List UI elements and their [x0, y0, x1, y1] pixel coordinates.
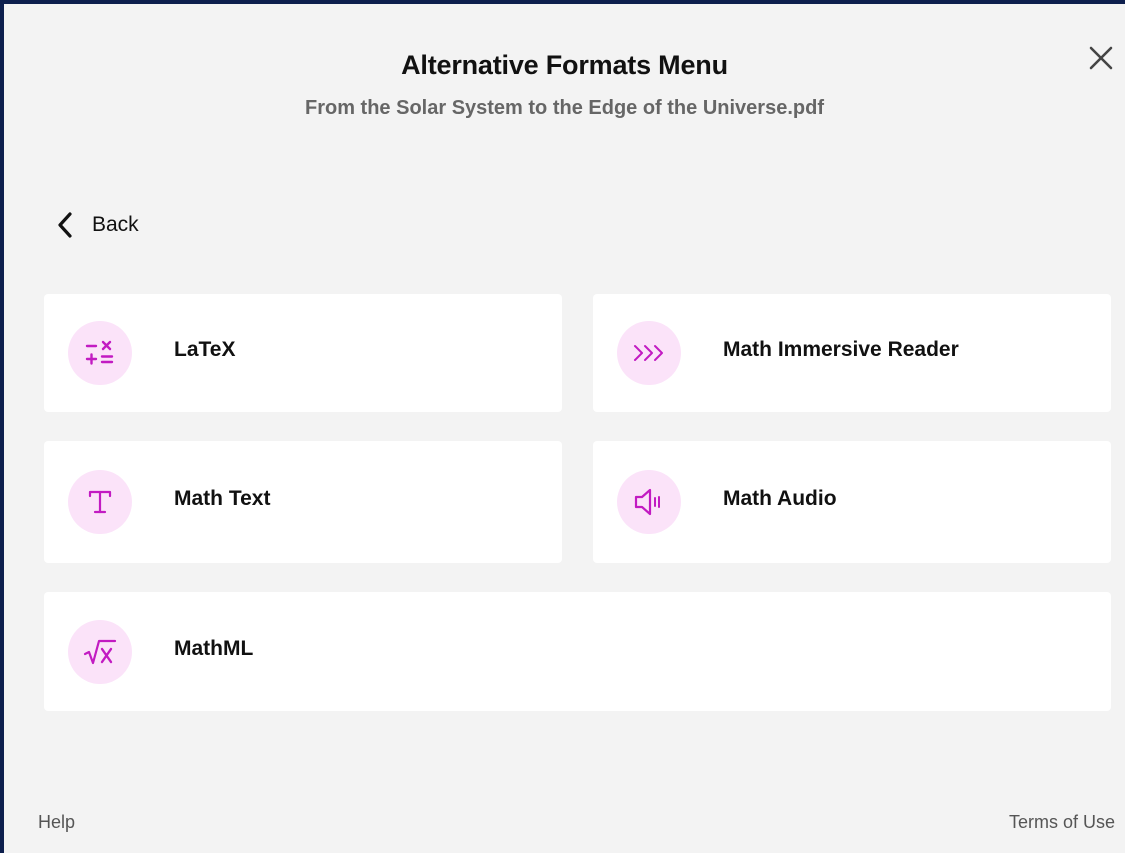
- format-card-math-immersive-reader[interactable]: Math Immersive Reader: [593, 294, 1111, 412]
- terms-of-use-link[interactable]: Terms of Use: [1009, 812, 1115, 833]
- dialog-header: Alternative Formats Menu From the Solar …: [4, 4, 1125, 144]
- document-filename: From the Solar System to the Edge of the…: [305, 97, 824, 119]
- triple-chevron-right-icon: [634, 345, 663, 361]
- format-card-latex[interactable]: LaTeX: [44, 294, 562, 412]
- close-icon: [1089, 46, 1113, 70]
- back-label: Back: [92, 213, 139, 236]
- back-button[interactable]: Back: [56, 208, 139, 242]
- square-root-icon: [83, 639, 117, 664]
- format-icon-badge: [68, 321, 132, 385]
- help-link[interactable]: Help: [38, 812, 75, 833]
- format-icon-badge: [617, 321, 681, 385]
- format-label: Math Audio: [723, 487, 837, 510]
- close-button[interactable]: [1083, 40, 1119, 76]
- format-icon-badge: [68, 470, 132, 534]
- chevron-left-icon: [58, 212, 72, 238]
- format-card-math-audio[interactable]: Math Audio: [593, 441, 1111, 563]
- format-label: LaTeX: [174, 338, 236, 361]
- format-label: MathML: [174, 636, 254, 660]
- math-operators-icon: [85, 340, 114, 365]
- format-card-mathml[interactable]: MathML: [44, 592, 1111, 711]
- format-icon-badge: [68, 619, 132, 684]
- format-label: Math Immersive Reader: [723, 338, 959, 361]
- alternative-formats-dialog: Alternative Formats Menu From the Solar …: [0, 0, 1125, 853]
- format-icon-badge: [617, 470, 681, 534]
- text-t-icon: [88, 490, 112, 514]
- format-label: Math Text: [174, 487, 271, 510]
- dialog-title: Alternative Formats Menu: [401, 50, 728, 80]
- format-card-math-text[interactable]: Math Text: [44, 441, 562, 563]
- speaker-icon: [634, 488, 660, 516]
